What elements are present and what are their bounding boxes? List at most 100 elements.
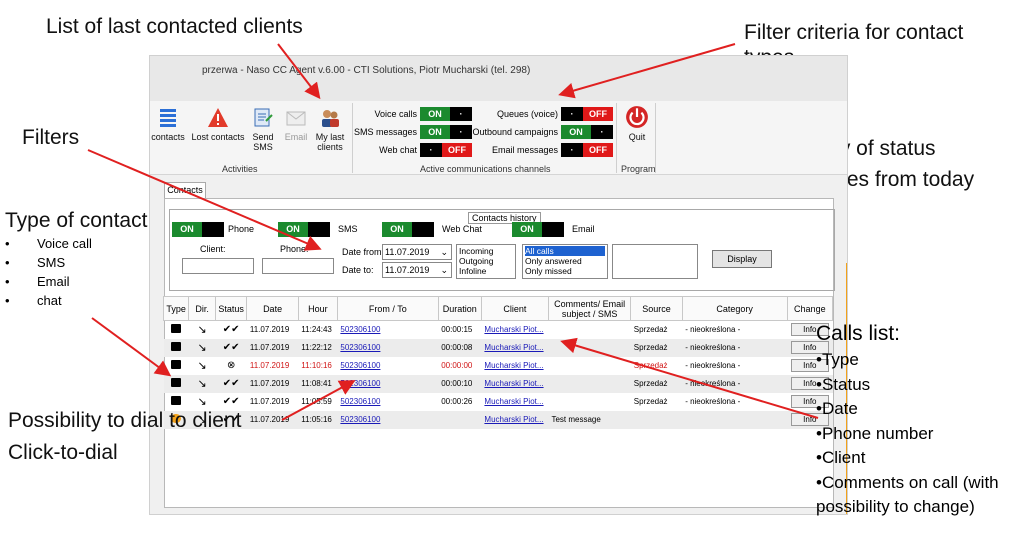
header-dir[interactable]: Dir.: [188, 296, 216, 321]
outbound-campaigns-toggle[interactable]: ON ·: [561, 125, 613, 139]
header-client[interactable]: Client: [480, 296, 549, 321]
table-cell: 502306100: [337, 374, 439, 393]
toggle-on: ON: [420, 107, 450, 121]
call-category: - nieokreślona -: [685, 397, 741, 406]
header-category[interactable]: Category: [681, 296, 788, 321]
table-cell: [548, 374, 631, 393]
web-chat-filter-toggle[interactable]: ON: [382, 222, 434, 237]
voice-calls-toggle[interactable]: ON ·: [420, 107, 472, 121]
annotation-type-of-contact: Type of contact:: [5, 209, 154, 232]
call-date: 11.07.2019: [249, 343, 290, 352]
date-from-input[interactable]: 11.07.2019 ⌄: [382, 244, 452, 260]
call-date: 11.07.2019: [249, 397, 290, 406]
date-to-input[interactable]: 11.07.2019 ⌄: [382, 262, 452, 278]
table-cell: [164, 321, 189, 339]
client-link[interactable]: Mucharski Piot...: [484, 379, 543, 388]
calls-list-title: Calls list:: [816, 322, 901, 345]
direction-listbox[interactable]: Incoming Outgoing Infoline: [456, 244, 516, 279]
table-row[interactable]: ↘ ✔✔ 11.07.2019 11:05:16 502306100 Mucharski …: [163, 410, 833, 429]
client-link[interactable]: Mucharski Piot...: [484, 415, 543, 424]
quit-button[interactable]: Quit: [622, 105, 652, 142]
answer-listbox[interactable]: All calls Only answered Only missed: [522, 244, 608, 279]
my-last-label-1: My last: [315, 132, 345, 142]
dial-link[interactable]: 502306100: [340, 379, 380, 388]
table-row[interactable]: ↘ ⊗ 11.07.2019 11:10:16 502306100 00:00:00 Muc…: [164, 357, 833, 375]
queues-voice-label: Queues (voice): [496, 109, 558, 119]
toggle-on: ON: [420, 125, 450, 139]
call-source: Sprzedaż: [633, 379, 668, 388]
direction-option[interactable]: Outgoing: [459, 256, 513, 266]
notes-box[interactable]: [612, 244, 698, 279]
toggle-off: OFF: [583, 143, 613, 157]
outbound-campaigns-label: Outbound campaigns: [472, 127, 558, 137]
table-cell: 11.07.2019: [246, 374, 299, 393]
answer-option[interactable]: Only missed: [525, 266, 605, 276]
web-chat-toggle[interactable]: · OFF: [420, 143, 472, 157]
table-cell: 11:05:59: [298, 393, 337, 411]
phone-input[interactable]: [262, 258, 334, 274]
dial-link[interactable]: 502306100: [340, 325, 380, 334]
table-row[interactable]: ↘ ✔✔ 11.07.2019 11:05:59 502306100 00:00:26 Mu…: [164, 393, 833, 411]
call-source: Sprzedaż: [633, 361, 668, 370]
table-cell: 11:22:12: [298, 338, 338, 357]
dial-link[interactable]: 502306100: [340, 343, 380, 352]
table-row[interactable]: ↘ ✔✔ 11.07.2019 11:22:12 502306100 00:00:08 Mu…: [163, 338, 833, 357]
my-last-clients-button[interactable]: My last clients: [312, 107, 348, 152]
toggle-on: ON: [561, 125, 591, 139]
dial-link[interactable]: 502306100: [340, 397, 380, 406]
list-icon: [160, 109, 176, 127]
header-source[interactable]: Source: [630, 296, 683, 321]
table-cell: 00:00:10: [438, 374, 482, 393]
header-date[interactable]: Date: [246, 296, 299, 321]
direction-option[interactable]: Incoming: [459, 246, 513, 256]
table-cell: Sprzedaż: [630, 374, 683, 393]
table-row[interactable]: ↘ ✔✔ 11.07.2019 11:24:43 502306100 00:00:15 Mu…: [164, 321, 833, 339]
client-input[interactable]: [182, 258, 254, 274]
lost-contacts-button[interactable]: Lost contacts: [190, 107, 246, 142]
table-cell: [548, 357, 630, 375]
email-messages-toggle[interactable]: · OFF: [561, 143, 613, 157]
queues-voice-toggle[interactable]: · OFF: [561, 107, 613, 121]
direction-option[interactable]: Infoline: [459, 266, 513, 276]
incoming-arrow-icon: ↘: [197, 396, 207, 408]
client-link[interactable]: Mucharski Piot...: [484, 397, 543, 406]
dial-link[interactable]: 502306100: [340, 415, 380, 424]
phone-icon: [171, 324, 182, 334]
annotation-dial-1: Possibility to dial to client: [8, 409, 242, 432]
table-cell: - nieokreślona -: [682, 338, 788, 357]
answer-option[interactable]: Only answered: [525, 256, 605, 266]
send-sms-button[interactable]: Send SMS: [248, 107, 278, 152]
calls-body: ↘ ✔✔ 11.07.2019 11:24:43 502306100 00:00:15 Mu…: [163, 321, 833, 429]
header-hour[interactable]: Hour: [297, 296, 338, 321]
header-from-to[interactable]: From / To: [336, 296, 439, 321]
call-hour: 11:08:41: [301, 379, 332, 388]
call-source: Sprzedaż: [633, 397, 668, 406]
header-comments[interactable]: Comments/ Email subject / SMS: [547, 296, 632, 321]
client-link[interactable]: Mucharski Piot...: [484, 325, 543, 334]
display-button[interactable]: Display: [712, 250, 772, 268]
contacts-button[interactable]: contacts: [150, 107, 186, 142]
phone-filter-label: Phone: [228, 224, 255, 234]
table-cell: ⊗: [215, 357, 246, 375]
phone-filter-toggle[interactable]: ON: [172, 222, 224, 237]
email-filter-toggle[interactable]: ON: [512, 222, 564, 237]
email-button[interactable]: Email: [282, 107, 310, 142]
power-icon: [626, 106, 648, 128]
header-status[interactable]: Status: [214, 296, 248, 321]
table-cell: [548, 393, 630, 411]
table-cell: 11.07.2019: [247, 357, 298, 375]
table-row[interactable]: ↘ ✔✔ 11.07.2019 11:08:41 502306100 00:00:10 Mu…: [163, 374, 833, 393]
client-link[interactable]: Mucharski Piot...: [484, 361, 543, 370]
sms-messages-toggle[interactable]: ON ·: [420, 125, 472, 139]
tab-contacts[interactable]: Contacts: [164, 182, 206, 198]
header-duration[interactable]: Duration: [437, 296, 482, 321]
header-change[interactable]: Change: [786, 296, 834, 321]
dial-link[interactable]: 502306100: [340, 361, 380, 370]
chevron-down-icon: ⌄: [440, 265, 448, 275]
table-cell: Mucharski Piot...: [481, 393, 548, 411]
answer-option[interactable]: All calls: [525, 246, 605, 256]
client-link[interactable]: Mucharski Piot...: [484, 343, 543, 352]
sms-filter-toggle[interactable]: ON: [278, 222, 330, 237]
header-type[interactable]: Type: [162, 296, 190, 321]
call-category: - nieokreślona -: [685, 379, 741, 388]
